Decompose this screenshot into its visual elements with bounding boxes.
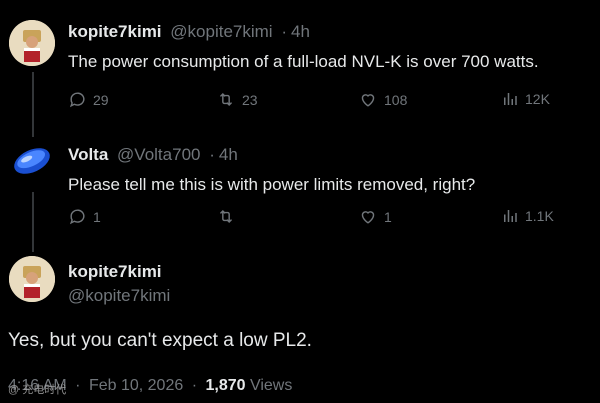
views-button[interactable]: 12K bbox=[501, 90, 550, 108]
like-button[interactable]: 1 bbox=[358, 207, 392, 226]
post-date[interactable]: Feb 10, 2026 bbox=[89, 377, 183, 394]
repost-count: 23 bbox=[242, 91, 258, 108]
separator-dot: · bbox=[281, 22, 287, 41]
tweet-text: Please tell me this is with power limits… bbox=[68, 175, 476, 194]
separator-dot: · bbox=[209, 145, 215, 164]
author-name[interactable]: Volta bbox=[68, 145, 108, 164]
watermark: @ 充电时代 bbox=[8, 384, 67, 396]
views-button[interactable]: 1.1K bbox=[501, 207, 554, 225]
views-count: 1.1K bbox=[525, 208, 554, 224]
author-handle[interactable]: @kopite7kimi bbox=[68, 286, 170, 306]
analytics-icon bbox=[504, 93, 517, 105]
like-button[interactable]: 108 bbox=[358, 90, 407, 109]
repost-icon bbox=[219, 92, 233, 107]
heart-icon bbox=[361, 211, 375, 224]
thread-line-2 bbox=[32, 192, 34, 252]
reply-count: 29 bbox=[93, 91, 109, 108]
tweet2-actions: 1 1 1.1K bbox=[68, 207, 568, 231]
author-name[interactable]: kopite7kimi bbox=[68, 22, 162, 41]
analytics-icon bbox=[504, 210, 517, 222]
avatar-kopite7kimi-main[interactable] bbox=[9, 256, 55, 302]
heart-icon bbox=[361, 94, 375, 107]
repost-button[interactable]: 23 bbox=[216, 90, 258, 109]
timestamp[interactable]: 4h bbox=[219, 145, 238, 164]
repost-icon bbox=[219, 209, 233, 224]
author-handle[interactable]: @Volta700 bbox=[117, 145, 200, 164]
reply-button[interactable]: 1 bbox=[68, 207, 101, 226]
author-name[interactable]: kopite7kimi bbox=[68, 262, 162, 281]
like-count: 1 bbox=[384, 208, 392, 225]
avatar-volta[interactable] bbox=[9, 138, 55, 184]
reply-button[interactable]: 29 bbox=[68, 90, 109, 109]
tweet-text: The power consumption of a full-load NVL… bbox=[68, 52, 539, 71]
views-count: 12K bbox=[525, 91, 550, 107]
timestamp[interactable]: 4h bbox=[291, 22, 310, 41]
views-label: Views bbox=[249, 377, 293, 394]
avatar-kopite7kimi[interactable] bbox=[9, 20, 55, 66]
reply-icon bbox=[69, 92, 85, 108]
views-total: 1,870 bbox=[205, 377, 246, 394]
repost-button[interactable] bbox=[216, 207, 242, 226]
author-handle[interactable]: @kopite7kimi bbox=[170, 22, 272, 41]
main-tweet-text: Yes, but you can't expect a low PL2. bbox=[8, 330, 312, 351]
reply-icon bbox=[69, 209, 85, 225]
thread-line-1 bbox=[32, 72, 34, 137]
tweet1-actions: 29 23 108 12K bbox=[68, 90, 568, 114]
like-count: 108 bbox=[384, 91, 408, 108]
reply-count: 1 bbox=[93, 208, 101, 225]
